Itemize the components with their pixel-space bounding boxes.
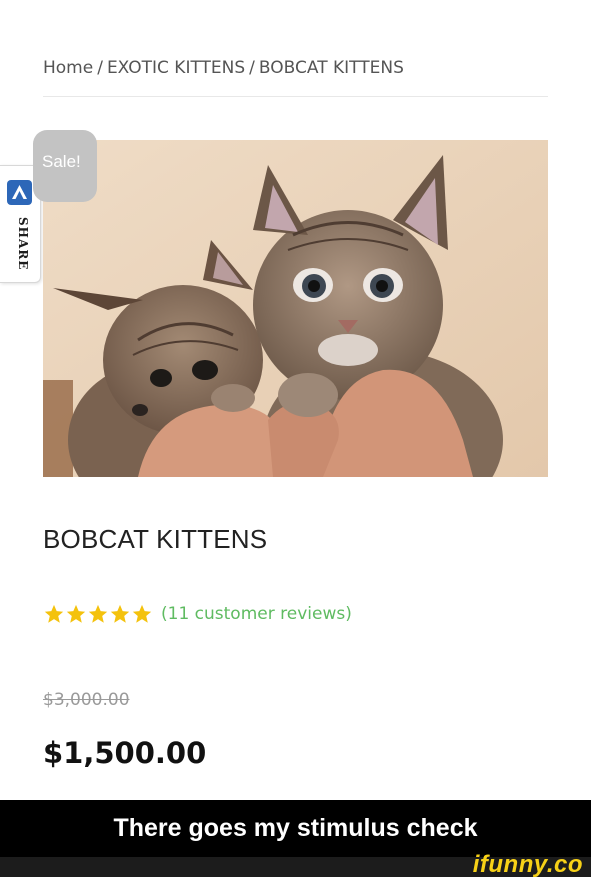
star-icon	[88, 604, 108, 623]
breadcrumb: Home / EXOTIC KITTENS / BOBCAT KITTENS	[43, 58, 548, 78]
sale-badge: Sale!	[33, 130, 97, 202]
breadcrumb-separator: /	[97, 58, 103, 78]
product-title: BOBCAT KITTENS	[43, 524, 268, 554]
original-price: $3,000.00	[43, 690, 130, 710]
meme-caption: There goes my stimulus check	[113, 814, 478, 842]
share-label: SHARE	[16, 217, 30, 271]
star-icon	[66, 604, 86, 623]
ifunny-watermark: ifunny.co	[472, 851, 583, 877]
star-icon	[44, 604, 64, 623]
star-icon	[110, 604, 130, 623]
meme-caption-bar: There goes my stimulus check	[0, 800, 591, 857]
watermark-bar: ifunny.co	[0, 851, 591, 877]
star-icon	[132, 604, 152, 623]
share-logo-icon	[7, 180, 32, 205]
breadcrumb-divider	[43, 96, 548, 97]
product-rating: (11 customer reviews)	[43, 600, 352, 628]
product-image[interactable]	[43, 140, 548, 477]
breadcrumb-home[interactable]: Home	[43, 58, 93, 78]
breadcrumb-current: BOBCAT KITTENS	[258, 58, 404, 78]
breadcrumb-exotic-kittens[interactable]: EXOTIC KITTENS	[107, 58, 245, 78]
breadcrumb-separator: /	[249, 58, 255, 78]
sale-price: $1,500.00	[43, 736, 207, 770]
customer-reviews-link[interactable]: (11 customer reviews)	[161, 604, 352, 624]
star-rating	[43, 603, 153, 625]
